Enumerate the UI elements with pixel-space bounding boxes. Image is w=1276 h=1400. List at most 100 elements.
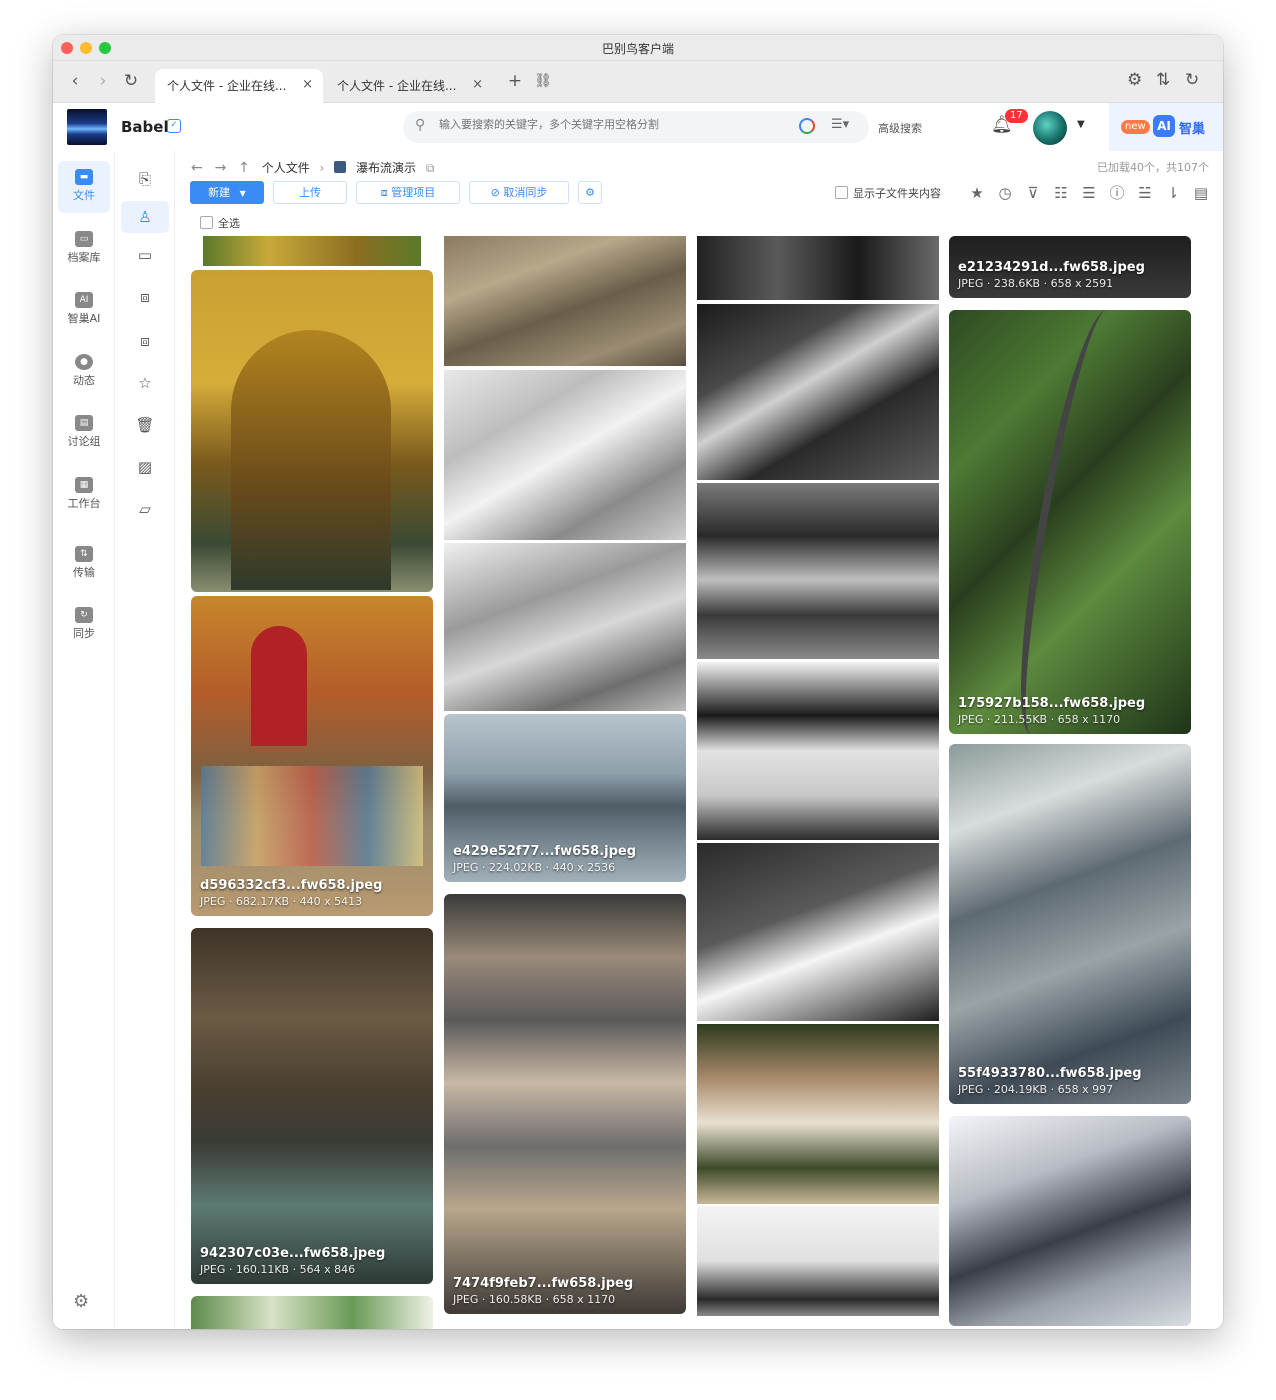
image-tile[interactable] [697, 483, 939, 659]
chevron-down-icon[interactable]: ▼ [1077, 119, 1085, 130]
show-subfolder-toggle[interactable]: 显示子文件夹内容 [835, 185, 941, 201]
select-all[interactable]: 全选 [200, 215, 240, 231]
road-image [1001, 310, 1137, 734]
received-icon[interactable]: ⧈ [121, 325, 169, 357]
briefcase-icon[interactable]: ▭ [121, 239, 169, 271]
nav-workbench[interactable]: ▦ 工作台 [58, 469, 110, 521]
image-tile[interactable] [191, 270, 433, 592]
settings-icon[interactable]: ⚙ [578, 181, 602, 204]
nav-activity[interactable]: ● 动态 [58, 346, 110, 398]
gear-icon[interactable]: ⚙ [1127, 70, 1142, 90]
ai-icon: AI [75, 292, 93, 308]
unsync-button[interactable]: ⊘ 取消同步 [469, 181, 569, 204]
refresh-icon[interactable]: ↻ [1185, 70, 1199, 90]
image-tile[interactable] [697, 843, 939, 1021]
back-icon[interactable]: ← [191, 160, 203, 176]
ai-entry[interactable]: new AI 智巢 [1109, 103, 1223, 151]
verified-icon: ✓ [167, 119, 181, 133]
image-icon[interactable]: ▨ [121, 451, 169, 483]
archway-image [231, 330, 391, 590]
link-icon[interactable]: ⛓ [533, 73, 553, 89]
search-bar[interactable]: ⚲ ☰▾ [403, 111, 869, 143]
browser-tab[interactable]: 个人文件 - 企业在线... × [155, 69, 323, 103]
nav-sync[interactable]: ↻ 同步 [58, 599, 110, 651]
image-tile[interactable] [697, 1206, 939, 1316]
image-tile[interactable] [949, 1116, 1191, 1326]
image-tile[interactable] [697, 1024, 939, 1204]
brand-name: Babel [121, 118, 169, 136]
shared-icon[interactable]: ⧈ [121, 281, 169, 313]
comment-icon[interactable]: ▤ [1187, 184, 1215, 202]
archive-icon: ▭ [75, 231, 93, 247]
upload-button[interactable]: 上传 [273, 181, 347, 204]
nav-discussion[interactable]: ▤ 讨论组 [58, 407, 110, 459]
breadcrumb-root[interactable]: 个人文件 [262, 161, 310, 175]
checkbox[interactable] [835, 186, 848, 199]
waterfall-gallery: d596332cf3...fw658.jpeg JPEG · 682.17KB … [187, 236, 1201, 1329]
select-all-checkbox[interactable] [200, 216, 213, 229]
image-tile[interactable] [444, 543, 686, 711]
up-icon[interactable]: ↑ [238, 160, 250, 176]
filter-icon[interactable]: ☰▾ [831, 117, 849, 132]
copy-icon[interactable]: ⧉ [426, 161, 435, 175]
nav-archive[interactable]: ▭ 档案库 [58, 223, 110, 275]
nav-files[interactable]: ▬ 文件 [58, 161, 110, 213]
image-tile[interactable] [697, 304, 939, 480]
image-tile[interactable]: 175927b158...fw658.jpeg JPEG · 211.55KB … [949, 310, 1191, 734]
image-tile[interactable] [697, 662, 939, 840]
app-window: 巴别鸟客户端 ‹ › ↻ 个人文件 - 企业在线... × 个人文件 - 企业在… [53, 35, 1223, 1329]
avatar[interactable] [1033, 111, 1067, 145]
new-tab-icon[interactable]: + [505, 71, 525, 91]
image-tile[interactable] [444, 236, 686, 366]
back-icon[interactable]: ‹ [65, 71, 85, 91]
image-tile[interactable]: 942307c03e...fw658.jpeg JPEG · 160.11KB … [191, 928, 433, 1284]
main-content: ← → ↑ 个人文件 › 瀑布流演示 ⧉ 已加载40个，共107个 新建 ▼ 上… [175, 151, 1223, 1329]
breadcrumb-current: 瀑布流演示 [356, 161, 417, 175]
sort-icon[interactable]: ⇂ [1159, 184, 1187, 202]
reload-icon[interactable]: ↻ [121, 71, 141, 91]
browser-tab[interactable]: 个人文件 - 企业在线... × [325, 69, 493, 103]
list-view-icon[interactable]: ☰ [1075, 184, 1103, 202]
star-icon[interactable]: ★ [963, 184, 991, 202]
nav-transfer[interactable]: ⇅ 传输 [58, 538, 110, 590]
filter-icon[interactable]: ⊽ [1019, 184, 1047, 202]
view-toolbar: ★ ◷ ⊽ ☷ ☰ ⓘ ☱ ⇂ ▤ [963, 182, 1215, 203]
team-files-icon[interactable]: ⎘ [121, 163, 169, 195]
secondary-nav: ⎘ ♙ ▭ ⧈ ⧈ ☆ 🗑︎ ▨ ▱ [115, 151, 175, 1329]
ai-icon: AI [1153, 115, 1175, 137]
folder-icon[interactable]: ▱ [121, 493, 169, 525]
image-tile[interactable]: 7474f9feb7...fw658.jpeg JPEG · 160.58KB … [444, 894, 686, 1314]
info-icon[interactable]: ⓘ [1103, 182, 1131, 203]
image-tile[interactable]: e21234291d...fw658.jpeg JPEG · 238.6KB ·… [949, 236, 1191, 298]
image-search-icon[interactable] [799, 118, 815, 134]
unsync-icon: ⊘ [490, 186, 504, 199]
personal-files-icon[interactable]: ♙ [121, 201, 169, 233]
advanced-search-link[interactable]: 高级搜索 [878, 120, 922, 136]
trash-icon[interactable]: 🗑︎ [121, 409, 169, 441]
primary-nav: ▬ 文件 ▭ 档案库 AI 智巢AI ● 动态 ▤ 讨论组 ▦ 工作台 ⇅ 传输… [53, 151, 115, 1329]
grid-view-icon[interactable]: ☷ [1047, 184, 1075, 202]
tree-view-icon[interactable]: ☱ [1131, 184, 1159, 202]
clock-icon[interactable]: ◷ [991, 184, 1019, 202]
image-tile[interactable]: e429e52f77...fw658.jpeg JPEG · 224.02KB … [444, 714, 686, 882]
flame-icon: ● [75, 354, 93, 370]
new-button[interactable]: 新建 ▼ [190, 181, 264, 204]
manage-icon: ⧈ [380, 186, 392, 199]
tab-close-icon[interactable]: × [472, 77, 483, 92]
manage-project-button[interactable]: ⧈ 管理项目 [356, 181, 460, 204]
image-tile[interactable]: d596332cf3...fw658.jpeg JPEG · 682.17KB … [191, 596, 433, 916]
transfer-icon[interactable]: ⇅ [1156, 70, 1170, 90]
image-tile[interactable]: 55f4933780...fw658.jpeg JPEG · 204.19KB … [949, 744, 1191, 1104]
tab-close-icon[interactable]: × [302, 77, 313, 92]
nav-ai[interactable]: AI 智巢AI [58, 284, 110, 336]
image-tile[interactable] [697, 236, 939, 300]
chat-icon: ▤ [75, 415, 93, 431]
image-tile[interactable] [444, 370, 686, 540]
image-tile[interactable] [191, 1296, 433, 1329]
search-input[interactable] [439, 118, 789, 131]
forward-icon[interactable]: › [93, 71, 113, 91]
image-tile[interactable] [203, 236, 421, 266]
settings-icon[interactable]: ⚙ [73, 1291, 89, 1312]
forward-icon[interactable]: → [215, 160, 227, 176]
star-icon[interactable]: ☆ [121, 367, 169, 399]
